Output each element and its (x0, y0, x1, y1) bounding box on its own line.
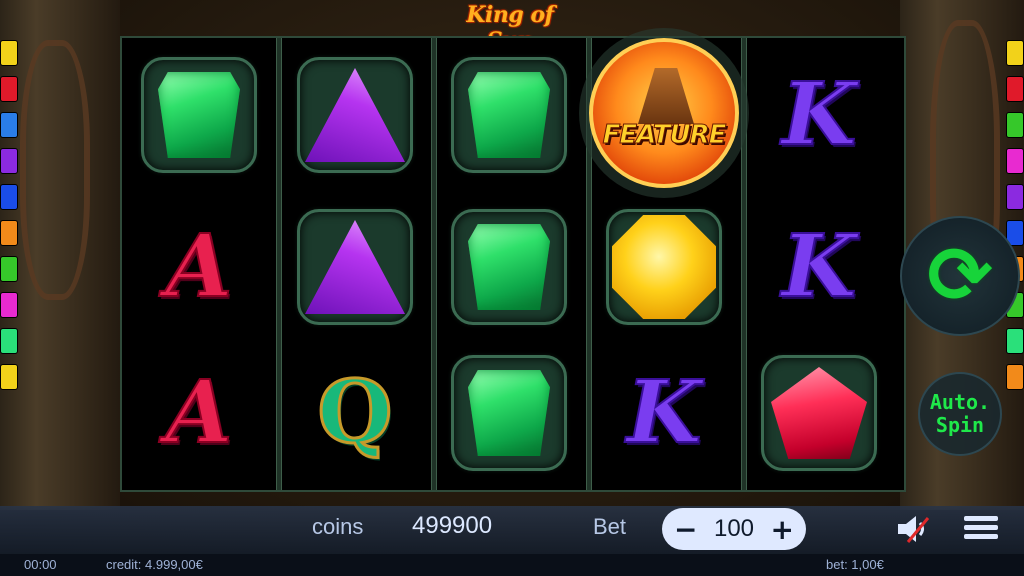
gem-tile (451, 209, 567, 325)
vine-decoration (20, 40, 90, 300)
symbol-cell (589, 194, 739, 340)
green-gem-icon (468, 224, 550, 310)
payline-tab[interactable] (0, 184, 18, 210)
letter-q-symbol: Q (316, 362, 394, 463)
symbol-cell (434, 42, 584, 188)
feature-label: FEATURE (602, 120, 727, 151)
payline-tab[interactable] (0, 364, 18, 390)
coins-label: coins (312, 514, 364, 539)
red-gem-icon (771, 367, 867, 459)
bet-value: 100 (713, 515, 755, 542)
payline-tab[interactable] (1006, 76, 1024, 102)
payline-tab[interactable] (0, 40, 18, 66)
symbol-cell: A (124, 340, 274, 486)
auto-spin-button[interactable]: Auto. Spin (918, 372, 1002, 456)
symbol-cell (124, 42, 274, 188)
hamburger-menu-icon (964, 516, 998, 539)
gem-tile (297, 209, 413, 325)
symbol-cell: FEATURE (589, 38, 739, 188)
payline-tab[interactable] (1006, 40, 1024, 66)
gem-tile (141, 57, 257, 173)
bet-decrease-button[interactable]: − (674, 513, 697, 546)
symbol-cell: Q (280, 340, 430, 486)
spin-button[interactable]: ⟳ (900, 216, 1020, 336)
bet-label: Bet (593, 514, 627, 539)
letter-a-symbol: A (165, 216, 234, 317)
reel-grid: A A Q FEATURE K K K (120, 36, 906, 492)
payline-tab[interactable] (0, 220, 18, 246)
status-bar: 00:00 credit: 4.999,00€ bet: 1,00€ (0, 554, 1024, 576)
auto-spin-label: Spin (935, 413, 985, 437)
payline-tab[interactable] (1006, 148, 1024, 174)
payline-tab[interactable] (0, 76, 18, 102)
gem-tile (297, 57, 413, 173)
symbol-cell (434, 194, 584, 340)
bet-total-text: bet: 1,00€ (826, 557, 884, 572)
sound-toggle-button[interactable] (894, 512, 932, 546)
credit-text: credit: 4.999,00€ (106, 557, 203, 572)
bet-stepper: − 100 + (662, 508, 806, 550)
gem-tile (451, 355, 567, 471)
payline-tab[interactable] (0, 112, 18, 138)
auto-spin-label: Auto. (929, 390, 991, 414)
coins-value: 499900 (412, 512, 493, 539)
symbol-cell (280, 194, 430, 340)
purple-gem-icon (305, 68, 405, 162)
green-gem-icon (158, 72, 240, 158)
letter-k-symbol: K (626, 362, 703, 463)
left-payline-tabs (0, 40, 18, 400)
symbol-cell: A (124, 194, 274, 340)
yellow-gem-icon (612, 215, 716, 319)
gem-tile (606, 209, 722, 325)
payline-tab[interactable] (1006, 112, 1024, 138)
sound-muted-icon (898, 516, 930, 543)
gem-tile (761, 355, 877, 471)
menu-button[interactable] (964, 512, 998, 546)
payline-tab[interactable] (1006, 364, 1024, 390)
temple-icon (638, 68, 694, 124)
right-payline-tabs (1006, 40, 1024, 400)
payline-tab[interactable] (0, 292, 18, 318)
feature-scatter-symbol: FEATURE (589, 38, 739, 188)
bet-increase-button[interactable]: + (771, 513, 794, 546)
bottom-control-bar (0, 506, 1024, 554)
letter-k-symbol: K (781, 216, 858, 317)
green-gem-icon (468, 370, 550, 456)
green-gem-icon (468, 72, 550, 158)
symbol-cell (434, 340, 584, 486)
payline-tab[interactable] (0, 328, 18, 354)
payline-tab[interactable] (1006, 328, 1024, 354)
payline-tab[interactable] (1006, 184, 1024, 210)
letter-k-symbol: K (781, 64, 858, 165)
gem-tile (451, 57, 567, 173)
symbol-cell: K (744, 194, 894, 340)
letter-a-symbol: A (165, 362, 234, 463)
game-logo: King of Sun (466, 2, 554, 54)
symbol-cell (744, 340, 894, 486)
payline-tab[interactable] (0, 148, 18, 174)
purple-gem-icon (305, 220, 405, 314)
payline-tab[interactable] (0, 256, 18, 282)
symbol-cell (280, 42, 430, 188)
symbol-cell: K (589, 340, 739, 486)
refresh-arrows-icon: ⟳ (927, 231, 993, 321)
symbol-cell: K (744, 42, 894, 188)
clock-text: 00:00 (24, 557, 57, 572)
